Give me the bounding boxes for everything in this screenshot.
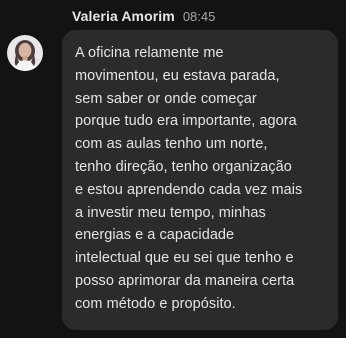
message-line: porque tudo era importante, agora [75, 113, 297, 130]
message-line: posso aprimorar da maneira certa [75, 272, 295, 289]
message-line: intelectual que eu sei que tenho e [75, 250, 294, 267]
message-line: tenho direção, tenho organização [75, 158, 292, 175]
message-line: com as aulas tenho um norte, [75, 136, 268, 153]
message-line: energias e a capacidade [75, 227, 235, 244]
message-line: a investir meu tempo, minhas [75, 204, 266, 221]
message-line: sem saber or onde começar [75, 90, 257, 107]
message-bubble[interactable]: A oficina relamente me movimentou, eu es… [62, 30, 338, 330]
message-text: A oficina relamente me movimentou, eu es… [75, 42, 328, 316]
message-line: com método e propósito. [75, 295, 236, 312]
message-line: A oficina relamente me [75, 45, 224, 61]
message-timestamp: 08:45 [182, 9, 216, 24]
message-header: Valeria Amorim 08:45 [72, 8, 215, 28]
message-line: e estou aprendendo cada vez mais [75, 181, 303, 198]
message-line: movimentou, eu estava parada, [75, 67, 280, 84]
person-photo-icon [7, 35, 43, 71]
sender-name[interactable]: Valeria Amorim [72, 8, 175, 24]
sender-avatar[interactable] [7, 35, 43, 71]
